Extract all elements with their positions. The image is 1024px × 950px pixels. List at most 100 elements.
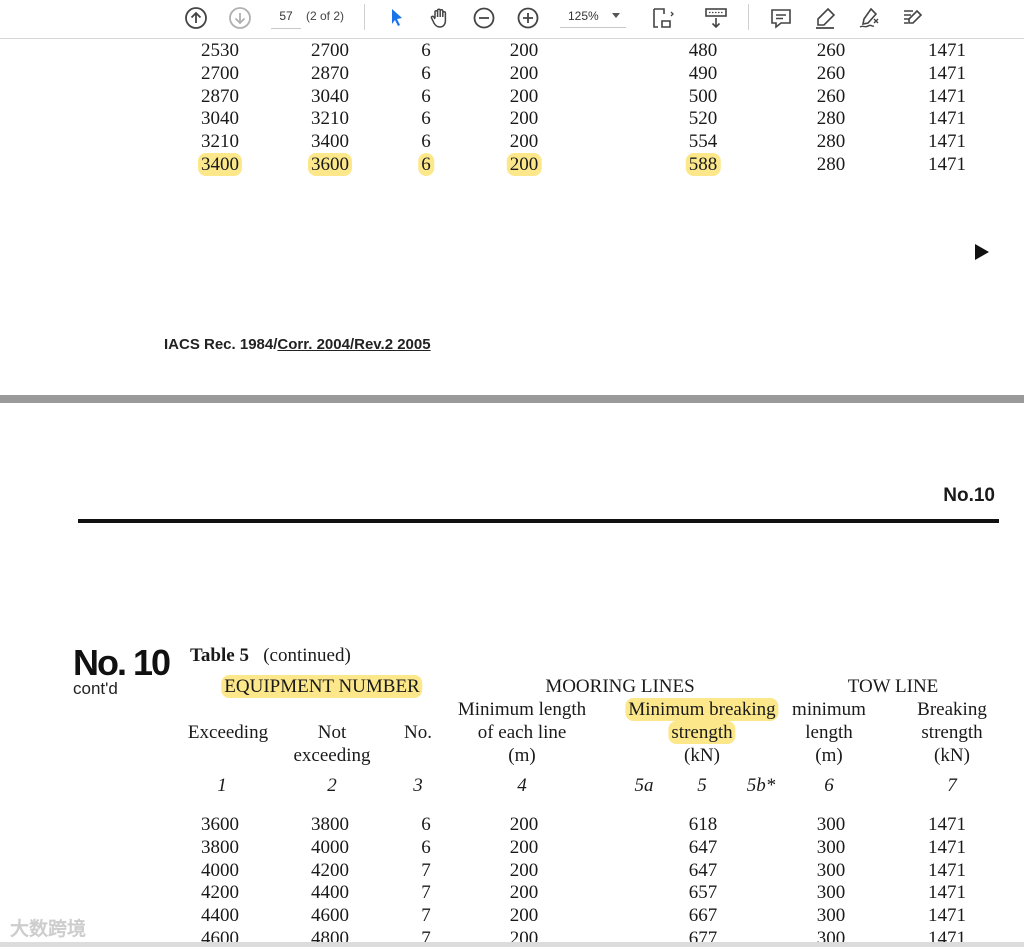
table-cell: 4000 bbox=[201, 859, 239, 881]
hand-tool-button[interactable] bbox=[426, 4, 454, 32]
zoom-out-button[interactable] bbox=[470, 4, 498, 32]
table-cell: 200 bbox=[509, 131, 539, 153]
highlight-button[interactable] bbox=[811, 4, 839, 32]
edit-pdf-button[interactable] bbox=[898, 4, 926, 32]
select-tool-button[interactable] bbox=[382, 4, 410, 32]
highlight-pen-icon bbox=[816, 7, 836, 29]
table-cell: 4200 bbox=[311, 859, 349, 881]
header-exceeding: Exceeding bbox=[187, 722, 269, 743]
header-tow-bs-2: strength bbox=[921, 722, 983, 743]
select-pointer-icon bbox=[392, 9, 402, 26]
table-cell: 490 bbox=[688, 62, 718, 84]
table-row: 4400 4600 7 200 667 300 1471 bbox=[0, 904, 1024, 927]
reference-text: IACS Rec. 1984/ bbox=[164, 336, 278, 353]
header-equipment-number: EQUIPMENT NUMBER bbox=[221, 675, 423, 698]
hand-icon bbox=[430, 8, 447, 28]
table-cell: 200 bbox=[509, 882, 539, 904]
table-cell: 657 bbox=[688, 882, 718, 904]
table-cell: 2870 bbox=[311, 62, 349, 84]
chevron-down-icon bbox=[612, 13, 620, 18]
table-label: Table 5 bbox=[190, 645, 249, 666]
table-row: 3400 3600 6 200 588 280 1471 bbox=[0, 153, 1024, 176]
zoom-in-button[interactable] bbox=[514, 4, 542, 32]
header-mbs-3: (kN) bbox=[684, 745, 720, 766]
table-row: 2870 3040 6 200 500 260 1471 bbox=[0, 85, 1024, 108]
table-cell: 1471 bbox=[928, 154, 966, 175]
viewer-bottom-edge bbox=[0, 942, 1024, 947]
draw-sign-button[interactable] bbox=[855, 4, 883, 32]
table-cell: 200 bbox=[509, 85, 539, 107]
col-number-2: 2 bbox=[327, 775, 337, 796]
table-row: 3040 3210 6 200 520 280 1471 bbox=[0, 107, 1024, 130]
prev-page-button[interactable] bbox=[182, 4, 210, 32]
table-cell: 2870 bbox=[201, 85, 239, 107]
header-min-length-3: (m) bbox=[508, 745, 536, 766]
table-cell: 7 bbox=[421, 859, 431, 881]
zoom-select[interactable]: 125% bbox=[560, 4, 626, 28]
prev-page-icon bbox=[185, 7, 207, 29]
table-cell: 6 bbox=[421, 108, 431, 130]
table-cell: 667 bbox=[688, 905, 718, 927]
page-number-input[interactable]: 57 bbox=[271, 4, 301, 29]
table-cell: 4000 bbox=[311, 836, 349, 858]
col-number-1: 1 bbox=[217, 775, 227, 796]
table-cell: 2530 bbox=[201, 40, 239, 61]
table-cell: 260 bbox=[816, 85, 846, 107]
col-number-5b: 5b* bbox=[746, 775, 776, 796]
table-cell: 647 bbox=[688, 836, 718, 858]
table-cell: 300 bbox=[816, 905, 846, 927]
pdf-page-1: 2530 2700 6 200 480 260 1471 2700 2870 6 200 490 260… bbox=[0, 39, 1024, 395]
page-fit-icon bbox=[653, 8, 674, 28]
header-min-length-1: Minimum length bbox=[457, 699, 587, 720]
table-cell: 4200 bbox=[201, 882, 239, 904]
table-cell: 588 bbox=[685, 153, 721, 176]
table-row: 2530 2700 6 200 480 260 1471 bbox=[0, 39, 1024, 62]
table-cell: 280 bbox=[816, 131, 846, 153]
col-number-3: 3 bbox=[413, 775, 423, 796]
table-row: 4000 4200 7 200 647 300 1471 bbox=[0, 859, 1024, 882]
table-cell: 6 bbox=[421, 814, 431, 835]
table-cell: 280 bbox=[816, 154, 846, 175]
table-cell: 520 bbox=[688, 108, 718, 130]
table-cell: 4400 bbox=[311, 882, 349, 904]
table-cell: 2700 bbox=[201, 62, 239, 84]
zoom-out-icon bbox=[473, 7, 495, 29]
table-cell: 3040 bbox=[201, 108, 239, 130]
table-cell: 500 bbox=[688, 85, 718, 107]
continued-label: cont'd bbox=[73, 679, 118, 698]
table-cell: 3800 bbox=[311, 814, 349, 835]
table-cell: 300 bbox=[816, 836, 846, 858]
document-reference: IACS Rec. 1984/Corr. 2004/Rev.2 2005 bbox=[164, 336, 431, 353]
table-cell: 3600 bbox=[308, 153, 352, 176]
edit-pdf-icon bbox=[904, 9, 923, 24]
next-page-button[interactable] bbox=[226, 4, 254, 32]
page-fit-button[interactable] bbox=[648, 4, 676, 32]
table-cell: 1471 bbox=[928, 814, 966, 835]
continue-arrow-icon bbox=[975, 244, 989, 260]
header-min-length-2: of each line bbox=[477, 722, 567, 743]
scroll-mode-button[interactable] bbox=[702, 4, 730, 32]
table-row: 3800 4000 6 200 647 300 1471 bbox=[0, 836, 1024, 859]
table-cell: 260 bbox=[816, 40, 846, 61]
header-tow-line: TOW LINE bbox=[847, 676, 939, 697]
table-cell: 200 bbox=[509, 62, 539, 84]
col-number-6: 6 bbox=[824, 775, 834, 796]
page-separator bbox=[0, 395, 1024, 403]
header-tow-min-2: length bbox=[805, 722, 853, 743]
table-cell: 1471 bbox=[928, 905, 966, 927]
table-cell: 4400 bbox=[201, 905, 239, 927]
header-mbs-1: Minimum breaking bbox=[625, 698, 779, 721]
table-cell: 300 bbox=[816, 859, 846, 881]
header-rule bbox=[78, 519, 999, 523]
table-cell: 3400 bbox=[311, 131, 349, 153]
table-cell: 1471 bbox=[928, 859, 966, 881]
toolbar-divider bbox=[364, 4, 365, 30]
watermark: 大数跨境 bbox=[10, 918, 87, 940]
section-number: No. 10 bbox=[73, 642, 171, 683]
page-count: (2 of 2) bbox=[306, 9, 345, 23]
header-tow-bs-3: (kN) bbox=[934, 745, 970, 766]
table-cell: 1471 bbox=[928, 62, 966, 84]
table-cell: 6 bbox=[421, 836, 431, 858]
comment-button[interactable] bbox=[767, 4, 795, 32]
header-mooring-lines: MOORING LINES bbox=[545, 676, 695, 697]
